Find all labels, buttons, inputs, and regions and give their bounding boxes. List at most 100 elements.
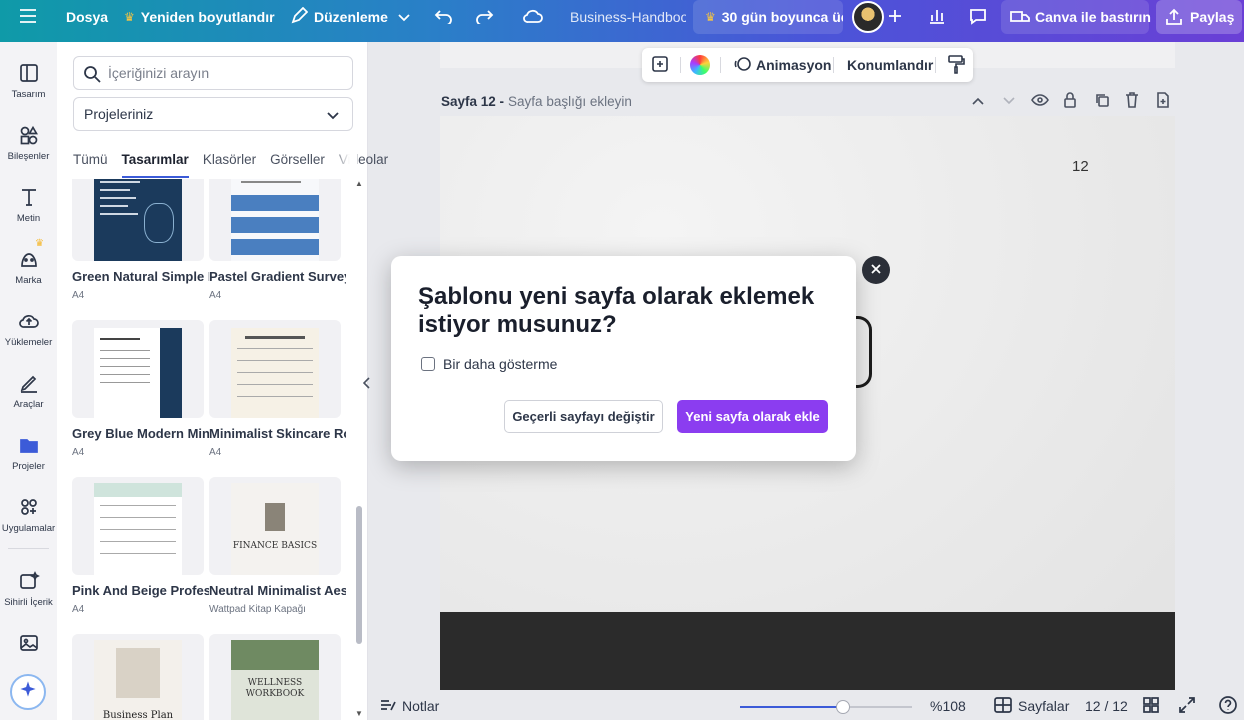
design-card[interactable]: Pink And Beige Professional A4 (72, 477, 209, 615)
scrollbar-thumb[interactable] (356, 506, 362, 644)
magic-media-icon (18, 570, 40, 592)
grid-view-button[interactable] (1143, 692, 1159, 720)
help-button[interactable] (1219, 692, 1237, 720)
menu-button[interactable] (18, 0, 38, 34)
zoom-slider[interactable] (740, 700, 912, 714)
search-input[interactable]: İçeriğinizi arayın (73, 56, 353, 90)
format-painter-button[interactable] (947, 48, 965, 82)
lock-page-button[interactable] (1063, 90, 1077, 112)
page-move-down-button[interactable] (1002, 90, 1016, 112)
search-icon (83, 65, 101, 83)
magic-assistant-button[interactable] (10, 674, 46, 710)
save-status-button[interactable] (522, 0, 544, 34)
design-card[interactable]: WELLNESS WORKBOOK (209, 634, 341, 720)
edit-mode-button[interactable]: Düzenleme (290, 0, 410, 34)
hide-page-button[interactable] (1031, 90, 1049, 112)
duplicate-page-button[interactable] (1094, 90, 1110, 112)
animate-button[interactable]: Animasyon (734, 48, 831, 82)
page-header: Sayfa 12 - Sayfa başlığı ekleyin (441, 90, 1175, 112)
grid-scrollbar[interactable]: ▲ ▼ (355, 179, 363, 720)
add-page-icon (650, 54, 670, 77)
draw-tools-icon (18, 372, 40, 394)
add-page-button[interactable] (650, 48, 670, 82)
modern-page-preview (94, 328, 182, 418)
page-title-input[interactable]: Sayfa başlığı ekleyin (508, 94, 632, 109)
tab-images[interactable]: Görseller (270, 152, 325, 178)
rail-item-uploads[interactable]: Yüklemeler (0, 302, 57, 358)
print-with-canva-button[interactable]: Canva ile bastırın (1001, 0, 1151, 34)
color-picker-button[interactable] (690, 48, 710, 82)
comments-button[interactable] (968, 0, 988, 34)
design-subtitle: Wattpad Kitap Kapağı (209, 604, 306, 615)
page-number-text[interactable]: 12 (1072, 158, 1089, 175)
pages-button[interactable]: Sayfalar (994, 692, 1069, 720)
share-upload-icon (1165, 8, 1183, 29)
page-counter[interactable]: 12 / 12 (1085, 692, 1128, 720)
tab-folders[interactable]: Klasörler (203, 152, 256, 178)
design-card[interactable]: Green Natural Simple Resume A4 (72, 179, 209, 301)
redo-icon (474, 8, 494, 27)
design-title: Pastel Gradient Survey Form (209, 269, 346, 284)
user-avatar[interactable] (852, 1, 884, 33)
redo-button[interactable] (474, 0, 494, 34)
design-card[interactable]: Minimalist Skincare Routine A4 (209, 320, 346, 458)
notes-button[interactable]: Notlar (380, 692, 439, 720)
dont-show-again-checkbox[interactable] (421, 357, 435, 371)
tab-designs[interactable]: Tasarımlar (121, 152, 189, 178)
toolbar-divider (935, 57, 936, 73)
rail-item-apps[interactable]: Uygulamalar (0, 488, 57, 544)
undo-button[interactable] (434, 0, 454, 34)
fullscreen-button[interactable] (1179, 692, 1195, 720)
rail-item-text[interactable]: Metin (0, 178, 57, 234)
file-menu[interactable]: Dosya (66, 0, 108, 34)
rail-item-projects[interactable]: Projeler (0, 426, 57, 482)
chevron-left-icon (362, 376, 371, 394)
position-button[interactable]: Konumlandır (847, 48, 933, 82)
elements-icon (18, 124, 40, 146)
toolbar-divider (833, 57, 834, 73)
rail-item-tools[interactable]: Araçlar (0, 364, 57, 420)
design-card[interactable]: Grey Blue Modern Minimalist A4 (72, 320, 209, 458)
chevron-down-icon (326, 108, 340, 124)
projects-dropdown[interactable]: Projeleriniz (73, 97, 353, 131)
notes-icon (380, 698, 396, 715)
bar-chart-icon (928, 7, 946, 28)
toolbar-divider (720, 57, 721, 73)
document-title[interactable]: Business-Handbook (556, 0, 686, 34)
add-as-new-page-button[interactable]: Yeni sayfa olarak ekle (677, 400, 828, 433)
delete-page-button[interactable] (1125, 90, 1139, 112)
resize-button[interactable]: ♛ Yeniden boyutlandır (124, 0, 275, 34)
design-card[interactable]: FINANCE BASICS Neutral Minimalist Aesthe… (209, 477, 346, 615)
add-page-after-button[interactable] (1155, 90, 1171, 112)
rail-item-elements[interactable]: Bileşenler (0, 116, 57, 172)
replace-current-page-button[interactable]: Geçerli sayfayı değiştir (504, 400, 663, 433)
free-trial-button[interactable]: ♛ 30 gün boyunca ücretsiz (693, 0, 843, 34)
design-card[interactable]: Pastel Gradient Survey Form A4 (209, 179, 346, 301)
zoom-level-button[interactable]: %108 (930, 692, 966, 720)
undo-icon (434, 8, 454, 27)
cover-title: WELLNESS WORKBOOK (245, 678, 305, 699)
rail-item-images[interactable] (0, 624, 57, 680)
add-collaborator-button[interactable] (888, 0, 902, 34)
text-icon (18, 186, 40, 208)
survey-page-preview (231, 179, 319, 261)
design-thumbnail: FINANCE BASICS (209, 477, 341, 575)
design-card[interactable]: Business Plan (72, 634, 204, 720)
insights-button[interactable] (928, 0, 946, 34)
share-button[interactable]: Paylaş (1156, 0, 1242, 34)
professional-page-preview (94, 483, 182, 575)
collapse-panel-button[interactable] (360, 374, 374, 396)
rail-item-brand[interactable]: Marka ♛ (0, 238, 57, 296)
dont-show-again-option[interactable]: Bir daha gösterme (421, 356, 557, 372)
design-thumbnail (72, 477, 204, 575)
zoom-slider-thumb[interactable] (836, 700, 851, 714)
tab-all[interactable]: Tümü (73, 152, 108, 178)
close-dialog-button[interactable] (862, 256, 890, 284)
cloud-check-icon (522, 7, 544, 28)
rail-item-design[interactable]: Tasarım (0, 54, 57, 110)
page-move-up-button[interactable] (971, 90, 985, 112)
design-subtitle: A4 (72, 604, 85, 615)
add-page-icon (1155, 91, 1171, 111)
rail-label: Bileşenler (7, 151, 50, 162)
rail-item-magic-media[interactable]: Sihirli İçerik (0, 562, 57, 618)
